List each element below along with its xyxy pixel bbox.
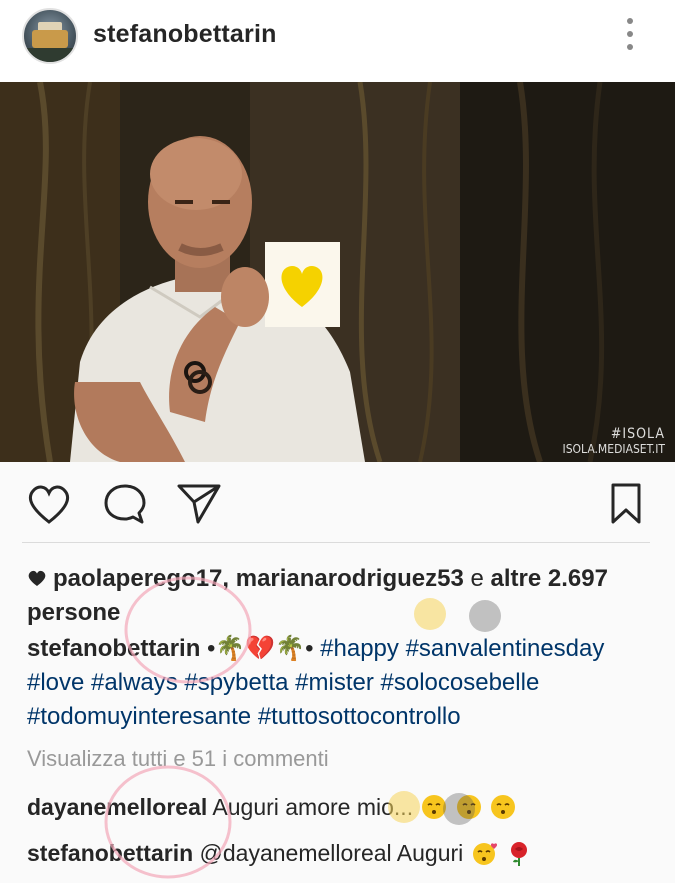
photo-illustration: [0, 82, 675, 462]
rose-icon: [511, 842, 528, 866]
comment-text: Auguri amore mio...: [212, 794, 414, 820]
heart-filled-icon: [28, 570, 46, 586]
kissing-face-icon: [422, 795, 447, 819]
photo-watermark: #ISOLA ISOLA.MEDIASET.IT: [563, 426, 665, 456]
comment-username[interactable]: dayanemelloreal: [27, 794, 207, 820]
likes-summary[interactable]: paolaperego17, marianarodriguez53 e altr…: [27, 562, 657, 630]
comment-username[interactable]: stefanobettarin: [27, 840, 193, 866]
heart-outline-icon[interactable]: [25, 482, 73, 526]
more-options-icon[interactable]: [620, 18, 640, 50]
avatar[interactable]: [22, 8, 78, 64]
action-bar: [0, 462, 675, 542]
likes-connector: e: [463, 565, 491, 592]
comment-text: @dayanemelloreal Auguri: [199, 840, 464, 866]
caption-hashtags-2[interactable]: #love #always #spybetta #mister #solocos…: [27, 669, 539, 696]
comment-row: stefanobettarin @dayanemelloreal Auguri: [27, 840, 532, 867]
kissing-face-icon: [456, 795, 481, 819]
caption-username[interactable]: stefanobettarin: [27, 635, 200, 662]
kissing-face-icon: [491, 795, 516, 819]
watermark-hashtag: #ISOLA: [610, 426, 665, 442]
comment-row: dayanemelloreal Auguri amore mio...: [27, 794, 516, 821]
caption-hashtags-1[interactable]: #happy #sanvalentinesday: [320, 635, 604, 662]
section-divider: [22, 542, 650, 543]
post-username[interactable]: stefanobettarin: [93, 20, 277, 49]
post-photo[interactable]: #ISOLA ISOLA.MEDIASET.IT: [0, 82, 675, 462]
caption-emoji: •🌴💔🌴•: [207, 635, 314, 662]
bookmark-icon[interactable]: [609, 482, 643, 526]
watermark-site: ISOLA.MEDIASET.IT: [562, 442, 665, 456]
liked-by-users[interactable]: paolaperego17, marianarodriguez53: [53, 565, 464, 592]
speech-bubble-icon[interactable]: [102, 482, 148, 528]
paper-plane-icon[interactable]: [176, 482, 222, 526]
post-caption: stefanobettarin •🌴💔🌴• #happy #sanvalenti…: [27, 632, 667, 734]
caption-hashtags-3[interactable]: #todomuyinteresante #tuttosottocontrollo: [27, 703, 461, 730]
view-all-comments-link[interactable]: Visualizza tutti e 51 i commenti: [27, 746, 329, 772]
post-header: stefanobettarin: [0, 0, 675, 82]
kissing-heart-face-icon: [472, 843, 497, 865]
